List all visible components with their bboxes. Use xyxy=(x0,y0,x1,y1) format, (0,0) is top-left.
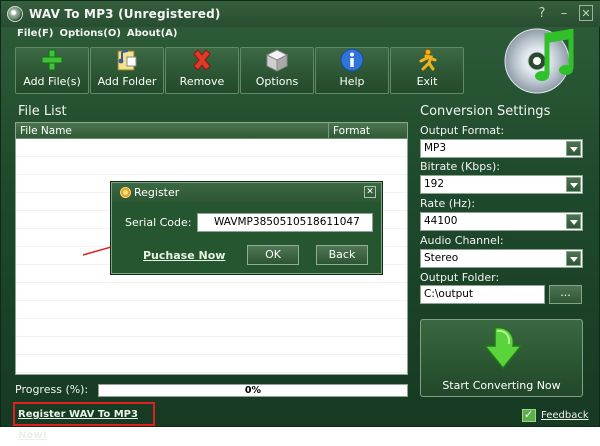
serial-code-label: Serial Code: xyxy=(125,216,192,229)
purchase-now-link[interactable]: Puchase Now xyxy=(143,249,225,262)
add-icon xyxy=(40,48,64,72)
feedback-label: Feedback xyxy=(541,410,589,421)
output-format-select[interactable]: MP3 xyxy=(420,139,583,158)
progress-label: Progress (%): xyxy=(15,383,89,396)
exit-button[interactable]: Exit xyxy=(390,47,464,94)
bitrate-label: Bitrate (Kbps): xyxy=(420,160,500,173)
add-files-label: Add File(s) xyxy=(23,75,81,88)
progress-bar: 0% xyxy=(98,384,408,397)
audio-channel-value: Stereo xyxy=(424,252,459,264)
output-format-label: Output Format: xyxy=(420,124,505,137)
register-key-icon xyxy=(120,187,131,198)
column-file-name[interactable]: File Name xyxy=(16,123,329,138)
app-window: WAV To MP3 (Unregistered) ? – ✕ File(F) … xyxy=(0,0,600,441)
close-icon[interactable]: ✕ xyxy=(579,5,593,21)
dialog-title: Register xyxy=(134,186,180,199)
menu-options[interactable]: Options(O) xyxy=(59,28,120,39)
dialog-title-bar: Register ✕ xyxy=(112,183,381,202)
audio-channel-label: Audio Channel: xyxy=(420,234,504,247)
add-files-button[interactable]: Add File(s) xyxy=(15,47,89,94)
options-icon xyxy=(265,48,289,72)
column-format[interactable]: Format xyxy=(329,123,407,138)
add-folder-label: Add Folder xyxy=(97,75,157,88)
back-button[interactable]: Back xyxy=(316,245,368,265)
remove-icon xyxy=(190,48,214,72)
feedback-check-icon xyxy=(522,408,536,422)
exit-label: Exit xyxy=(416,75,438,88)
register-dialog: Register ✕ Serial Code: WAVMP38505105186… xyxy=(111,182,382,274)
rate-label: Rate (Hz): xyxy=(420,197,476,210)
output-folder-input[interactable]: C:\output xyxy=(420,285,545,304)
file-list-title: File List xyxy=(18,104,67,119)
menu-file[interactable]: File(F) xyxy=(17,28,53,39)
chevron-down-icon[interactable] xyxy=(566,177,581,192)
minimize-icon[interactable]: – xyxy=(557,5,571,21)
options-button[interactable]: Options xyxy=(240,47,314,94)
help-icon xyxy=(340,48,364,72)
cd-music-logo-icon xyxy=(497,23,587,95)
file-list-header: File Name Format xyxy=(16,123,407,139)
help-button[interactable]: Help xyxy=(315,47,389,94)
help-question-icon[interactable]: ? xyxy=(535,5,549,21)
window-title: WAV To MP3 (Unregistered) xyxy=(29,7,221,21)
add-folder-button[interactable]: Add Folder xyxy=(90,47,164,94)
green-arrow-down-icon xyxy=(483,326,523,370)
toolbar: Add File(s) Add Folder Remove Options He… xyxy=(15,47,464,94)
options-label: Options xyxy=(255,75,299,88)
start-converting-button[interactable]: Start Converting Now xyxy=(420,319,583,397)
browse-folder-button[interactable]: ... xyxy=(549,285,582,304)
app-cd-icon xyxy=(7,6,23,22)
chevron-down-icon[interactable] xyxy=(566,214,581,229)
bitrate-select[interactable]: 192 xyxy=(420,175,583,194)
chevron-down-icon[interactable] xyxy=(566,141,581,156)
rate-value: 44100 xyxy=(424,215,458,227)
menu-bar: File(F) Options(O) About(A) xyxy=(17,28,177,39)
feedback-link[interactable]: Feedback xyxy=(522,408,589,422)
window-controls: ? – ✕ xyxy=(535,5,593,21)
audio-channel-select[interactable]: Stereo xyxy=(420,249,583,268)
dialog-close-icon[interactable]: ✕ xyxy=(364,186,376,198)
folder-icon xyxy=(115,48,139,72)
bitrate-value: 192 xyxy=(424,178,445,190)
menu-about[interactable]: About(A) xyxy=(127,28,178,39)
serial-code-input[interactable]: WAVMP3850510518611047 xyxy=(197,213,373,232)
output-folder-label: Output Folder: xyxy=(420,271,500,284)
register-now-link[interactable]: Register WAV To MP3 Now! xyxy=(13,402,155,441)
help-label: Help xyxy=(339,75,365,88)
ok-button[interactable]: OK xyxy=(247,245,299,265)
output-format-value: MP3 xyxy=(424,142,447,154)
conversion-settings-title: Conversion Settings xyxy=(420,104,551,119)
exit-icon xyxy=(415,48,439,72)
remove-label: Remove xyxy=(179,75,225,88)
chevron-down-icon[interactable] xyxy=(566,251,581,266)
rate-select[interactable]: 44100 xyxy=(420,212,583,231)
remove-button[interactable]: Remove xyxy=(165,47,239,94)
start-converting-label: Start Converting Now xyxy=(442,379,561,392)
